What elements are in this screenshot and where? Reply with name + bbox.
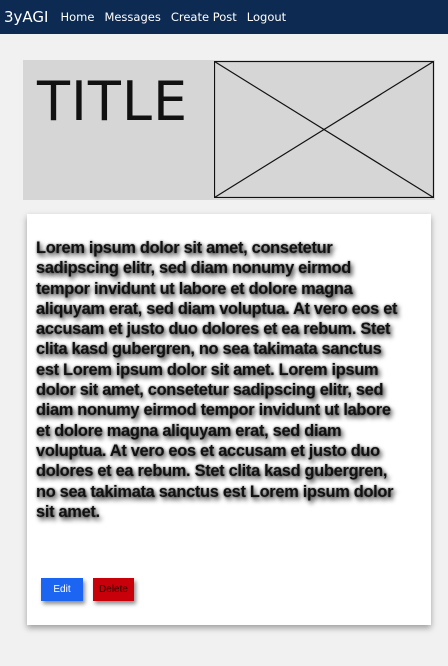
nav-link-messages[interactable]: Messages	[104, 10, 160, 24]
nav-link-logout[interactable]: Logout	[247, 10, 286, 24]
delete-button[interactable]: Delete	[93, 578, 134, 601]
post-card: Lorem ipsum dolor sit amet, consetetur s…	[27, 214, 431, 625]
brand-logo[interactable]: 3yAGI	[4, 8, 48, 26]
nav-link-create-post[interactable]: Create Post	[171, 10, 237, 24]
hero-banner: TITLE	[23, 60, 435, 200]
post-body-text: Lorem ipsum dolor sit amet, consetetur s…	[36, 239, 398, 521]
edit-button[interactable]: Edit	[41, 578, 83, 601]
image-placeholder-icon	[214, 61, 434, 198]
hero-title: TITLE	[37, 70, 189, 133]
top-navbar: 3yAGI Home Messages Create Post Logout	[0, 0, 448, 34]
nav-link-home[interactable]: Home	[60, 10, 94, 24]
